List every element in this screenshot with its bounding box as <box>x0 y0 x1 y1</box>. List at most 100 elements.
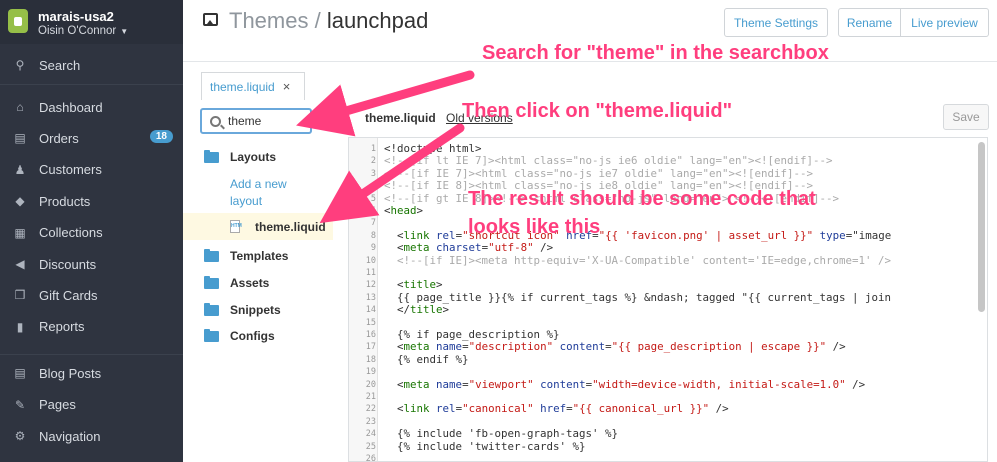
store-user[interactable]: Oisin O'Connor ▼ <box>38 25 128 37</box>
sidebar-item-dashboard[interactable]: ⌂ Dashboard <box>0 94 183 120</box>
code-line: <link rel="canonical" href="{{ canonical… <box>384 402 729 416</box>
search-icon: ⚲ <box>15 58 25 72</box>
bar-chart-icon: ▮ <box>16 319 24 334</box>
sidebar-divider <box>0 354 183 355</box>
live-preview-button[interactable]: Live preview <box>900 8 989 37</box>
file-tabs: theme.liquid × <box>183 62 997 100</box>
folder-layouts[interactable]: Layouts <box>204 149 277 164</box>
line-number: 9 <box>370 243 376 254</box>
folder-label: Layouts <box>230 150 277 164</box>
sidebar-item-orders[interactable]: ▤ Orders 18 <box>0 125 183 151</box>
line-number: 5 <box>370 193 376 204</box>
sidebar-item-label: Collections <box>39 225 103 241</box>
code-line: <!doctype html> <box>384 142 482 155</box>
gift-icon: ❒ <box>14 288 26 303</box>
collections-icon: ▦ <box>14 225 26 240</box>
line-number: 16 <box>365 330 376 340</box>
sidebar-item-label: Products <box>39 193 91 209</box>
code-line: {% include 'twitter-cards' %} <box>384 439 586 453</box>
user-name: Oisin O'Connor <box>38 25 117 37</box>
code-line: {% endif %} <box>384 352 469 366</box>
code-line: {% if page_description %} <box>384 328 560 341</box>
sidebar-item-blog-posts[interactable]: ▤ Blog Posts <box>0 360 183 386</box>
line-number: 4 <box>370 181 376 192</box>
sidebar-item-label: Blog Posts <box>39 365 102 381</box>
line-number: 19 <box>365 367 376 378</box>
annotation-result-1: The result should be some code that <box>468 188 816 210</box>
rename-button[interactable]: Rename <box>838 8 901 37</box>
sidebar-item-reports[interactable]: ▮ Reports <box>0 314 183 340</box>
line-number: 1 <box>370 144 376 154</box>
folder-label: Templates <box>230 249 289 263</box>
code-line: <!--[if IE]><meta http-equiv='X-UA-Compa… <box>384 253 892 267</box>
home-icon: ⌂ <box>16 100 24 114</box>
store-switcher[interactable]: marais-usa2 Oisin O'Connor ▼ <box>0 0 183 44</box>
shopify-logo-icon <box>8 9 28 33</box>
sidebar-search[interactable]: ⚲ Search <box>0 52 183 78</box>
line-number: 12 <box>365 280 376 291</box>
line-number: 2 <box>370 156 376 167</box>
code-line: <title> <box>384 278 443 292</box>
add-layout-link[interactable]: Add a new layout <box>230 176 310 210</box>
code-line: <meta name="viewport" content="width=dev… <box>384 377 866 391</box>
line-number: 18 <box>365 354 376 365</box>
sidebar-item-label: Orders <box>39 130 79 146</box>
sidebar-item-pages[interactable]: ✎ Pages <box>0 392 183 418</box>
save-button[interactable]: Save <box>943 104 989 130</box>
folder-configs[interactable]: Configs <box>204 328 275 343</box>
image-icon <box>203 13 218 26</box>
page-title: Themes / launchpad <box>229 8 428 34</box>
code-line: <!--[if lt IE 7]><html class="no-js ie6 … <box>384 154 833 168</box>
line-number: 11 <box>365 268 376 278</box>
sidebar-item-discounts[interactable]: ◀ Discounts <box>0 251 183 277</box>
tab-theme-liquid[interactable]: theme.liquid × <box>201 72 305 100</box>
sidebar-item-navigation[interactable]: ⚙ Navigation <box>0 423 183 449</box>
store-name: marais-usa2 <box>38 9 114 24</box>
file-label: theme.liquid <box>255 219 326 234</box>
editor-scrollbar[interactable] <box>978 142 985 312</box>
sidebar-search-label: Search <box>39 57 81 73</box>
folder-icon <box>204 302 219 316</box>
file-browser: theme Layouts Add a new layout HTM theme.… <box>183 100 333 462</box>
breadcrumb-themes[interactable]: Themes <box>229 8 308 33</box>
line-number: 17 <box>365 342 376 353</box>
line-number: 22 <box>365 404 376 415</box>
file-search-input[interactable]: theme <box>200 108 312 134</box>
sidebar-item-customers[interactable]: ♟ Customers <box>0 157 183 183</box>
line-number: 20 <box>365 379 376 390</box>
folder-label: Snippets <box>230 303 281 317</box>
blog-icon: ▤ <box>14 366 26 380</box>
file-theme-liquid[interactable]: HTM theme.liquid <box>183 213 333 240</box>
folder-templates[interactable]: Templates <box>204 248 289 263</box>
breadcrumb-current: launchpad <box>326 8 429 33</box>
line-number: 10 <box>365 255 376 266</box>
line-number: 21 <box>365 392 376 402</box>
code-line: <link rel="shortcut icon" href="{{ 'favi… <box>384 228 892 242</box>
code-line: <meta name="description" content="{{ pag… <box>384 340 846 354</box>
folder-icon <box>204 149 219 163</box>
line-number: 25 <box>365 441 376 452</box>
folder-snippets[interactable]: Snippets <box>204 302 281 317</box>
folder-icon <box>204 328 219 342</box>
line-number: 24 <box>365 429 376 440</box>
close-icon[interactable]: × <box>283 79 291 94</box>
code-line: {{ page_title }}{% if current_tags %} &n… <box>384 290 892 304</box>
navigation-icon: ⚙ <box>14 429 26 443</box>
line-number: 3 <box>370 168 376 179</box>
line-number: 7 <box>370 218 376 229</box>
line-number: 8 <box>370 230 376 241</box>
code-line: <head> <box>384 204 424 217</box>
sidebar: marais-usa2 Oisin O'Connor ▼ ⚲ Search ⌂ Das… <box>0 0 183 462</box>
orders-icon: ▤ <box>14 131 26 146</box>
folder-label: Configs <box>230 329 275 343</box>
pages-icon: ✎ <box>14 397 26 412</box>
folder-assets[interactable]: Assets <box>204 275 269 290</box>
annotation-search: Search for "theme" in the searchbox <box>482 42 829 64</box>
tag-icon: ◆ <box>15 194 25 209</box>
sidebar-item-label: Discounts <box>39 256 97 272</box>
theme-settings-button[interactable]: Theme Settings <box>724 8 828 37</box>
sidebar-item-gift-cards[interactable]: ❒ Gift Cards <box>0 282 183 308</box>
sidebar-item-products[interactable]: ◆ Products <box>0 188 183 214</box>
sidebar-item-collections[interactable]: ▦ Collections <box>0 220 183 246</box>
code-editor[interactable]: 1 <!doctype html> 2 <!--[if lt IE 7]><html … <box>348 137 988 462</box>
